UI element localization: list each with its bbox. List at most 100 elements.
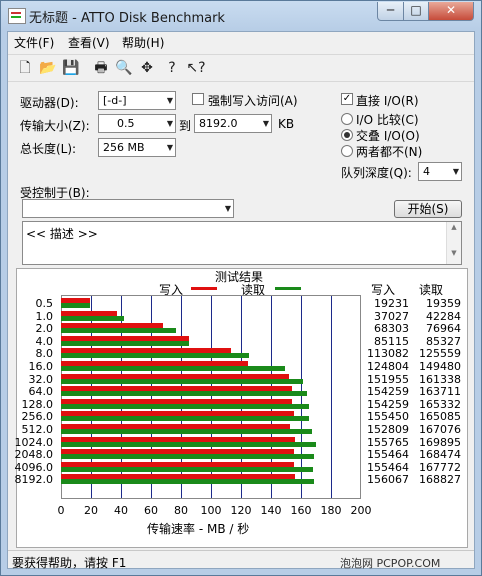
minimize-button[interactable]: ─ <box>377 2 404 21</box>
maximize-button[interactable]: □ <box>403 2 429 21</box>
app-icon <box>8 8 26 24</box>
direct-io-label: 直接 I/O(R) <box>356 94 419 108</box>
overlapped-io-radio[interactable] <box>341 129 353 141</box>
open-folder-icon[interactable]: 📂 <box>39 59 57 77</box>
read-bar <box>61 429 312 434</box>
app-window: 无标题 - ATTO Disk Benchmark ─ □ ✕ 文件(F) 查看… <box>0 0 482 576</box>
read-value: 161338 <box>419 372 461 386</box>
read-bar <box>61 416 309 422</box>
x-tick-label: 140 <box>260 504 282 517</box>
write-value: 155765 <box>367 435 409 449</box>
read-bar <box>61 403 309 409</box>
category-label: 64.0 <box>28 385 54 399</box>
write-value: 154259 <box>367 385 409 399</box>
chevron-down-icon: ▼ <box>224 204 231 213</box>
read-value: 163711 <box>419 385 461 399</box>
move-icon[interactable]: ✥ <box>138 59 156 77</box>
read-value: 165332 <box>419 397 461 411</box>
status-bar: 要获得帮助，请按 F1 泡泡网 PCPOP.COM <box>8 550 474 570</box>
write-value: 152809 <box>367 423 409 436</box>
results-panel: 测试结果 写入 读取 写入 读取 0 20 40 60 80 100 120 140 160 18… <box>14 268 468 548</box>
read-value: 169895 <box>419 435 461 449</box>
kb-label: KB <box>278 117 295 131</box>
read-value: 167772 <box>419 460 461 474</box>
total-length-label: 总长度(L): <box>20 142 77 156</box>
description-textarea[interactable]: << 描述 >> ▲ ▼ <box>22 221 462 265</box>
read-bar <box>61 315 125 321</box>
x-tick-label: 80 <box>174 504 188 517</box>
direct-io-checkbox[interactable]: ✓ <box>341 93 353 105</box>
write-value: 156067 <box>367 473 409 487</box>
write-value: 155450 <box>367 410 409 424</box>
write-value: 154259 <box>367 397 409 411</box>
chevron-down-icon: ▼ <box>166 119 173 128</box>
write-value: 151955 <box>367 372 409 386</box>
chevron-down-icon: ▼ <box>166 143 173 152</box>
start-button[interactable]: 开始(S) <box>394 200 462 218</box>
title-bar[interactable]: 无标题 - ATTO Disk Benchmark ─ □ ✕ <box>1 1 481 31</box>
read-bar <box>61 303 91 308</box>
x-tick-label: 160 <box>290 504 312 517</box>
menu-help[interactable]: 帮助(H) <box>122 34 164 51</box>
neither-label: 两者都不(N) <box>356 145 423 159</box>
read-value: 165085 <box>419 410 461 424</box>
read-bar <box>61 366 286 371</box>
category-label: 16.0 <box>28 360 54 373</box>
force-write-checkbox[interactable] <box>192 93 204 105</box>
category-label: 2.0 <box>35 322 54 336</box>
print-icon[interactable]: 🖶 <box>92 59 110 77</box>
print-preview-icon[interactable]: 🔍 <box>115 59 133 77</box>
read-value: 149480 <box>419 360 461 373</box>
category-label: 128.0 <box>21 397 54 411</box>
transfer-size-label: 传输大小(Z): <box>20 119 90 133</box>
io-compare-radio[interactable] <box>341 113 353 125</box>
read-bar <box>61 441 316 447</box>
category-label: 4.0 <box>35 334 54 348</box>
controlled-by-select[interactable]: ▼ <box>22 199 234 218</box>
category-label: 1.0 <box>35 309 54 323</box>
total-length-select[interactable]: 256 MB ▼ <box>98 138 176 157</box>
help-icon[interactable]: ? <box>163 59 181 77</box>
transfer-to-select[interactable]: 8192.0 ▼ <box>194 114 272 133</box>
watermark-text: 泡泡网 PCPOP.COM <box>340 557 441 570</box>
read-value: 167076 <box>419 423 461 436</box>
x-tick-label: 200 <box>350 504 372 517</box>
io-compare-label: I/O 比较(C) <box>356 113 419 127</box>
transfer-from-select[interactable]: 0.5 ▼ <box>98 114 176 133</box>
new-file-icon[interactable]: 🗋 <box>16 59 34 77</box>
read-bar <box>61 378 303 384</box>
write-value: 68303 <box>374 322 409 336</box>
read-bar <box>61 479 315 485</box>
window-title: 无标题 - ATTO Disk Benchmark <box>29 11 225 26</box>
save-icon[interactable]: 💾 <box>62 59 80 77</box>
x-tick-label: 120 <box>230 504 252 517</box>
write-value: 85115 <box>374 334 409 348</box>
neither-radio[interactable] <box>341 145 353 157</box>
x-tick-label: 180 <box>320 504 342 517</box>
description-text: << 描述 >> <box>26 227 98 241</box>
category-label: 0.5 <box>35 297 54 310</box>
client-area: 文件(F) 查看(V) 帮助(H) 🗋 📂 💾 🖶 🔍 ✥ ? ↖? 驱动器(D… <box>7 31 475 570</box>
read-value: 76964 <box>426 322 461 336</box>
category-label: 2048.0 <box>14 448 54 462</box>
category-label: 1024.0 <box>14 435 54 449</box>
category-label: 256.0 <box>21 410 54 424</box>
x-tick-label: 40 <box>114 504 128 517</box>
context-help-icon[interactable]: ↖? <box>184 59 208 77</box>
category-label: 512.0 <box>21 423 54 436</box>
category-label: 4096.0 <box>14 460 54 474</box>
toolbar: 🗋 📂 💾 🖶 🔍 ✥ ? ↖? <box>8 54 474 82</box>
queue-depth-select[interactable]: 4 ▼ <box>418 162 462 181</box>
drive-select[interactable]: [-d-] ▼ <box>98 91 176 110</box>
close-button[interactable]: ✕ <box>428 2 474 21</box>
to-label: 到 <box>179 119 192 133</box>
overlapped-io-label: 交叠 I/O(O) <box>356 129 420 143</box>
description-scrollbar[interactable]: ▲ ▼ <box>446 222 461 264</box>
x-tick-label: 100 <box>200 504 222 517</box>
grid-line <box>331 296 332 498</box>
menu-file[interactable]: 文件(F) <box>14 34 54 51</box>
x-axis-label: 传输速率 - MB / 秒 <box>147 522 250 536</box>
write-value: 113082 <box>367 347 409 361</box>
menu-view[interactable]: 查看(V) <box>68 34 110 51</box>
read-value: 125559 <box>419 347 461 361</box>
